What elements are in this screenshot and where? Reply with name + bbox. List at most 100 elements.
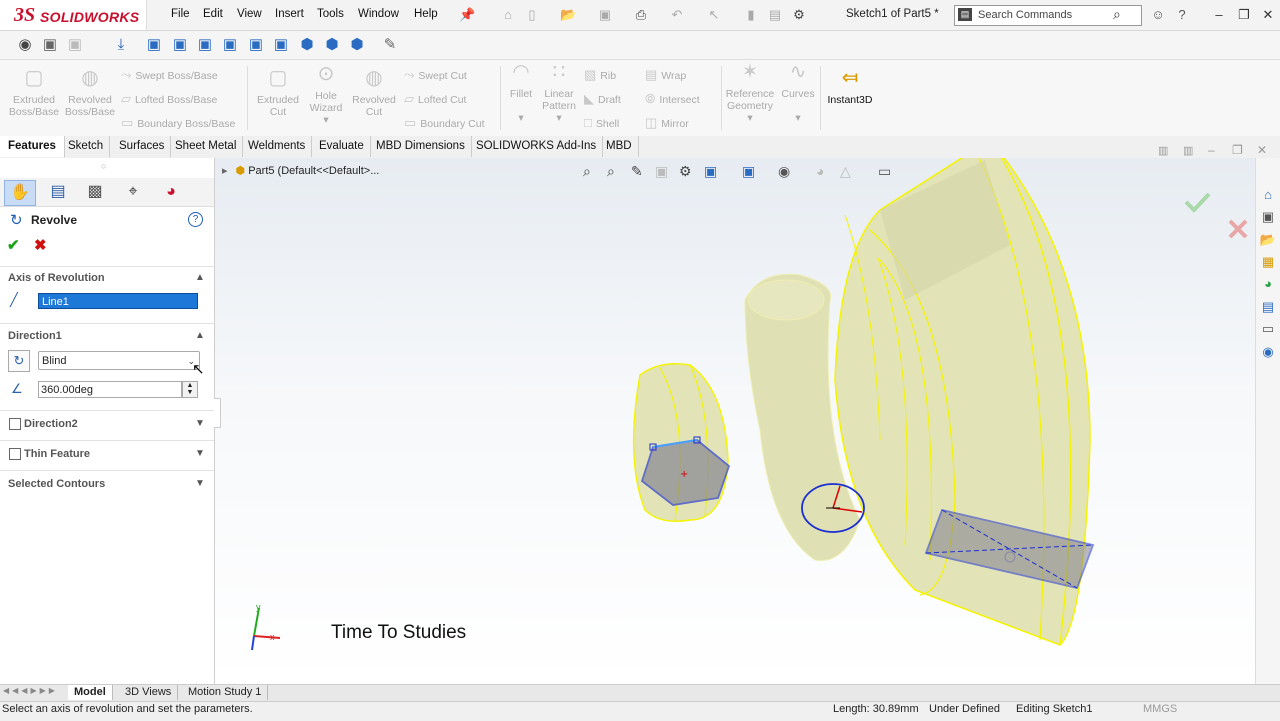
display-manager-tab-icon[interactable]: ◕ bbox=[156, 180, 186, 204]
swept-cut-button[interactable]: ⤳ Swept Cut bbox=[404, 67, 467, 83]
mirror-button[interactable]: ◫ Mirror bbox=[645, 115, 689, 131]
rebuild-icon[interactable]: ▮ bbox=[743, 8, 759, 22]
apply-scene-icon[interactable]: △ bbox=[840, 163, 851, 180]
right-view-icon[interactable]: ▣ bbox=[221, 36, 239, 54]
pin-icon[interactable]: 📌 bbox=[459, 8, 475, 22]
viewport-minimize-icon[interactable]: – bbox=[1208, 143, 1215, 157]
search-commands-field[interactable]: ▤ Search Commands ⌕ bbox=[954, 5, 1142, 26]
feature-tree-breadcrumb[interactable]: ▸ ⬢ Part5 (Default<<Default>... bbox=[222, 164, 379, 177]
panel-splitter[interactable] bbox=[214, 398, 221, 428]
dimetric-view-icon[interactable]: ⬢ bbox=[348, 36, 366, 54]
viewport-restore-icon[interactable]: ❐ bbox=[1232, 143, 1243, 157]
edit-appearance-icon[interactable]: ◕ bbox=[816, 163, 824, 179]
design-library-icon[interactable]: ▣ bbox=[1258, 208, 1278, 226]
fillet-button[interactable]: ◠ Fillet ▾ bbox=[504, 62, 538, 124]
capture-disabled-icon[interactable]: ▣ bbox=[66, 36, 84, 54]
help-icon[interactable]: ? bbox=[188, 212, 203, 227]
shell-button[interactable]: □ Shell bbox=[584, 115, 619, 130]
save-icon[interactable]: ▣ bbox=[597, 8, 613, 22]
wrap-button[interactable]: ▤ Wrap bbox=[645, 67, 686, 83]
tab-mbd[interactable]: MBD bbox=[600, 136, 639, 157]
hole-wizard-button[interactable]: ⊙ Hole Wizard ▾ bbox=[302, 64, 350, 126]
tab-features[interactable]: Features bbox=[0, 136, 65, 157]
instant3d-button[interactable]: ⤆ Instant3D bbox=[823, 68, 877, 106]
home-icon[interactable]: ⌂ bbox=[500, 8, 516, 22]
feature-manager-tab-icon[interactable]: ✋ bbox=[4, 180, 36, 206]
home-icon[interactable]: ⌂ bbox=[1258, 186, 1278, 204]
tab-scroll-arrows-icon[interactable]: ◀◀◀▶▶▶ bbox=[3, 686, 58, 695]
new-document-icon[interactable]: ▯ bbox=[524, 8, 540, 22]
thin-feature-checkbox[interactable] bbox=[9, 448, 21, 460]
configuration-manager-tab-icon[interactable]: ▩ bbox=[80, 180, 110, 204]
graphics-area[interactable]: + x y bbox=[215, 158, 1255, 686]
undo-icon[interactable]: ↶ bbox=[669, 8, 685, 22]
cancel-x-icon[interactable]: ✖ bbox=[34, 236, 47, 254]
curves-dropdown-icon[interactable]: ▾ bbox=[795, 112, 800, 124]
view-settings-icon[interactable]: ▭ bbox=[878, 163, 891, 180]
tab-sketch[interactable]: Sketch bbox=[62, 136, 111, 157]
menu-view[interactable]: View bbox=[237, 8, 262, 20]
extruded-boss-button[interactable]: ▢ Extruded Boss/Base bbox=[6, 68, 62, 118]
solidworks-resources-icon[interactable]: ◉ bbox=[1258, 343, 1278, 361]
expand-arrow-icon[interactable]: ▸ bbox=[222, 165, 228, 177]
capture-icon[interactable]: ▣ bbox=[41, 36, 59, 54]
forum-icon[interactable]: ▭ bbox=[1258, 320, 1278, 338]
linear-pattern-dropdown-icon[interactable]: ▾ bbox=[556, 112, 561, 124]
custom-properties-icon[interactable]: ▤ bbox=[1258, 298, 1278, 316]
collapse-chevron-up-icon[interactable]: ▲ bbox=[195, 330, 205, 341]
left-view-icon[interactable]: ▣ bbox=[196, 36, 214, 54]
curves-button[interactable]: ∿ Curves ▾ bbox=[779, 62, 817, 124]
tab-weldments[interactable]: Weldments bbox=[242, 136, 313, 157]
menu-insert[interactable]: Insert bbox=[275, 8, 304, 20]
rib-button[interactable]: ▧ Rib bbox=[584, 67, 616, 83]
fillet-dropdown-icon[interactable]: ▾ bbox=[518, 112, 523, 124]
reference-geometry-button[interactable]: ✶ Reference Geometry ▾ bbox=[724, 62, 776, 124]
collapse-chevron-up-icon[interactable]: ▲ bbox=[195, 272, 205, 283]
angle-spinner[interactable]: ▲ ▼ bbox=[182, 381, 198, 398]
solidworks-logo[interactable]: 3S SOLIDWORKS bbox=[0, 0, 147, 30]
view-triad[interactable] bbox=[251, 607, 281, 651]
viewport-collapse-icon[interactable]: ▥ bbox=[1158, 144, 1168, 157]
viewport-expand-icon[interactable]: ▥ bbox=[1183, 144, 1193, 157]
direction1-type-select[interactable]: Blind ⌄ bbox=[38, 351, 200, 370]
bottom-view-icon[interactable]: ▣ bbox=[272, 36, 290, 54]
axis-of-revolution-field[interactable]: Line1 bbox=[38, 293, 198, 309]
reference-geometry-dropdown-icon[interactable]: ▾ bbox=[747, 112, 752, 124]
intersect-button[interactable]: ⦾ Intersect bbox=[645, 91, 700, 107]
direction2-checkbox[interactable] bbox=[9, 418, 21, 430]
dynamic-annotation-icon[interactable]: ⚙ bbox=[679, 163, 692, 180]
expand-chevron-down-icon[interactable]: ▼ bbox=[195, 478, 205, 489]
section-view-icon[interactable]: ▣ bbox=[655, 163, 668, 180]
help-icon[interactable]: ? bbox=[1174, 8, 1190, 22]
revolved-cut-button[interactable]: ◍ Revolved Cut bbox=[348, 68, 400, 118]
angle-input[interactable]: 360.00deg bbox=[38, 381, 182, 398]
print-icon[interactable]: ⎙ bbox=[633, 8, 649, 22]
normal-to-icon[interactable]: ⤓ bbox=[112, 36, 130, 54]
menu-file[interactable]: File bbox=[171, 8, 190, 20]
viewport-close-icon[interactable]: ✕ bbox=[1257, 143, 1267, 157]
previous-view-icon[interactable]: ✎ bbox=[631, 163, 643, 180]
view-orientation-icon[interactable]: ▣ bbox=[704, 163, 717, 180]
tab-surfaces[interactable]: Surfaces bbox=[113, 136, 172, 157]
panel-grip-icon[interactable]: ○ bbox=[101, 161, 106, 171]
reverse-direction-icon[interactable]: ↻ bbox=[8, 350, 30, 372]
property-manager-tab-icon[interactable]: ▤ bbox=[43, 180, 73, 204]
appearances-icon[interactable]: ◕ bbox=[1258, 275, 1278, 293]
isometric-view-icon[interactable]: ⬢ bbox=[298, 36, 316, 54]
camera-icon[interactable]: ◉ bbox=[16, 36, 34, 54]
model-view[interactable]: + bbox=[215, 158, 1255, 686]
tab-mbd-dimensions[interactable]: MBD Dimensions bbox=[370, 136, 472, 157]
menu-window[interactable]: Window bbox=[358, 8, 399, 20]
front-view-icon[interactable]: ▣ bbox=[145, 36, 163, 54]
tab-evaluate[interactable]: Evaluate bbox=[313, 136, 371, 157]
lofted-boss-button[interactable]: ▱ Lofted Boss/Base bbox=[121, 91, 217, 107]
search-icon[interactable]: ⌕ bbox=[1113, 6, 1121, 23]
menu-help[interactable]: Help bbox=[414, 8, 438, 20]
open-folder-icon[interactable]: 📂 bbox=[560, 8, 576, 22]
zoom-to-area-icon[interactable]: ⌕ bbox=[607, 163, 615, 180]
tab-3d-views[interactable]: 3D Views bbox=[119, 685, 179, 700]
file-properties-icon[interactable]: ▤ bbox=[767, 8, 783, 22]
linear-pattern-button[interactable]: ∷ Linear Pattern ▾ bbox=[538, 62, 580, 124]
confirm-check-icon[interactable] bbox=[1184, 192, 1211, 213]
lofted-cut-button[interactable]: ▱ Lofted Cut bbox=[404, 91, 466, 107]
